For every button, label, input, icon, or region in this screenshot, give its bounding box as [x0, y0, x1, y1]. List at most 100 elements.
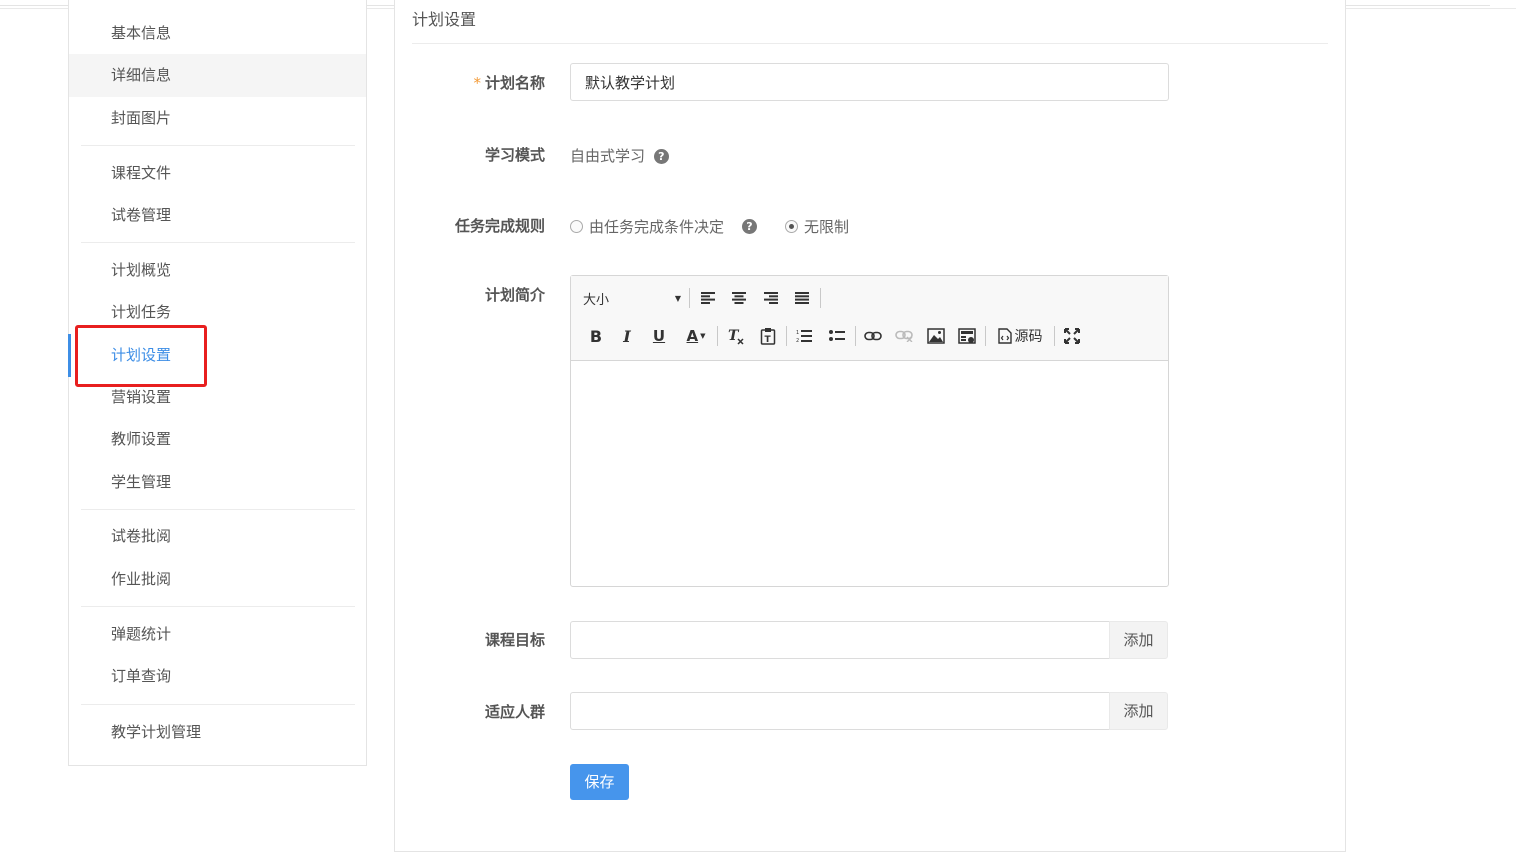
sidebar-item-order-query[interactable]: 订单查询 [69, 655, 366, 698]
source-code-label: 源码 [1014, 329, 1043, 345]
toolbar-separator [855, 326, 856, 346]
toolbar-separator [820, 288, 821, 308]
add-course-goal-button[interactable]: 添加 [1109, 621, 1168, 659]
sidebar-item-label: 试卷管理 [111, 206, 172, 224]
italic-button[interactable]: I [617, 325, 637, 347]
sidebar-item-label: 详细信息 [111, 66, 172, 84]
paste-text-button[interactable]: T [757, 325, 779, 347]
bullet-list-icon [829, 330, 845, 341]
bullet-list-button[interactable] [826, 325, 848, 347]
chevron-down-icon: ▼ [700, 332, 706, 340]
link-button[interactable] [862, 325, 884, 347]
sidebar-item-popup-stats[interactable]: 弹题统计 [69, 613, 366, 656]
sidebar-item-label: 作业批阅 [111, 570, 172, 588]
sidebar-item-teaching-plan-manage[interactable]: 教学计划管理 [69, 711, 366, 754]
toolbar-separator [985, 326, 986, 346]
audience-label: 适应人群 [484, 703, 545, 721]
audience-input[interactable] [570, 692, 1110, 730]
svg-text:2: 2 [796, 338, 799, 343]
sidebar-item-exam-review[interactable]: 试卷批阅 [69, 515, 366, 558]
sidebar-divider [81, 242, 355, 243]
sidebar-item-basic-info[interactable]: 基本信息 [69, 12, 366, 55]
radio-circle[interactable] [570, 220, 583, 233]
unlink-button[interactable] [893, 325, 915, 347]
sidebar-item-label: 试卷批阅 [111, 527, 172, 545]
rich-text-editor: 大小 ▼ B I U A ▼ T T 1 2 源码 [570, 275, 1169, 587]
sidebar-item-teacher-settings[interactable]: 教师设置 [69, 418, 366, 461]
link-icon [864, 331, 882, 341]
sidebar-item-label: 课程文件 [111, 164, 172, 182]
toolbar-separator [717, 326, 718, 346]
svg-text:T: T [765, 335, 772, 345]
sidebar-item-label: 弹题统计 [111, 625, 172, 643]
font-size-label: 大小 [583, 292, 610, 308]
sidebar-item-label: 封面图片 [111, 109, 172, 127]
toolbar-separator [689, 288, 690, 308]
required-mark: * [473, 74, 481, 92]
radio-label: 无限制 [804, 218, 850, 236]
image-icon [927, 328, 945, 344]
sidebar-item-student-manage[interactable]: 学生管理 [69, 461, 366, 504]
align-justify-button[interactable] [791, 287, 813, 309]
sidebar-item-label: 营销设置 [111, 388, 172, 406]
course-goals-group: 添加 [570, 621, 1168, 659]
toolbar-separator [786, 326, 787, 346]
sidebar-item-plan-overview[interactable]: 计划概览 [69, 249, 366, 292]
sidebar-item-label: 教学计划管理 [111, 723, 202, 741]
ordered-list-button[interactable]: 12 [793, 325, 815, 347]
sidebar-item-label: 学生管理 [111, 473, 172, 491]
sidebar-item-label: 教师设置 [111, 430, 172, 448]
image-button[interactable] [925, 325, 947, 347]
font-color-button[interactable]: A ▼ [681, 325, 711, 347]
sidebar-divider [81, 509, 355, 510]
audience-group: 添加 [570, 692, 1168, 730]
course-goals-input[interactable] [570, 621, 1110, 659]
help-icon[interactable]: ? [742, 219, 757, 234]
align-left-button[interactable] [697, 287, 719, 309]
sidebar-active-indicator [68, 334, 71, 377]
task-rule-radio-unlimited[interactable]: 无限制 [785, 216, 849, 237]
help-icon[interactable]: ? [653, 149, 669, 164]
clear-format-button[interactable]: T [725, 325, 747, 347]
unlink-icon [895, 330, 913, 342]
sidebar-item-course-files[interactable]: 课程文件 [69, 152, 366, 195]
sidebar-item-detail-info[interactable]: 详细信息 [69, 54, 366, 97]
sidebar-item-label: 计划任务 [111, 303, 172, 321]
plan-settings-panel: 计划设置 *计划名称 学习模式 自由式学习 ? 任务完成规则 由任务完成条件决定… [394, 0, 1346, 852]
sidebar-item-cover-image[interactable]: 封面图片 [69, 97, 366, 140]
sidebar-item-label: 计划概览 [111, 261, 172, 279]
page-title: 计划设置 [412, 10, 477, 29]
add-audience-button[interactable]: 添加 [1109, 692, 1168, 730]
bold-button[interactable]: B [586, 325, 606, 347]
svg-text:1: 1 [796, 330, 799, 336]
editor-content-area[interactable] [571, 362, 1168, 586]
template-icon [958, 328, 976, 344]
fullscreen-button[interactable] [1061, 325, 1083, 347]
ordered-list-icon: 12 [796, 330, 812, 343]
sidebar-item-exam-manage[interactable]: 试卷管理 [69, 194, 366, 237]
font-size-dropdown[interactable]: 大小 ▼ [583, 287, 681, 309]
align-right-button[interactable] [760, 287, 782, 309]
source-code-icon [997, 328, 1012, 344]
sidebar-item-homework-review[interactable]: 作业批阅 [69, 558, 366, 601]
align-center-icon [732, 292, 746, 304]
task-rule-label: 任务完成规则 [454, 217, 545, 235]
template-button[interactable] [956, 325, 978, 347]
save-button[interactable]: 保存 [570, 764, 629, 800]
radio-circle-checked[interactable] [785, 220, 798, 233]
sidebar-divider [81, 145, 355, 146]
align-center-button[interactable] [728, 287, 750, 309]
toolbar-separator [1054, 326, 1055, 346]
underline-button[interactable]: U [649, 325, 669, 347]
source-code-button[interactable]: 源码 [994, 325, 1046, 347]
title-divider [412, 43, 1328, 44]
fullscreen-icon [1064, 328, 1080, 344]
learn-mode-value: 自由式学习 ? [570, 145, 669, 166]
plan-name-input[interactable] [570, 63, 1169, 101]
align-left-icon [701, 292, 715, 304]
radio-label: 由任务完成条件决定 [589, 218, 725, 236]
learn-mode-label: 学习模式 [484, 146, 545, 164]
plan-name-label: * 计划名称 [395, 72, 545, 93]
task-rule-radio-condition[interactable]: 由任务完成条件决定 [570, 216, 724, 237]
clear-format-icon: T [728, 328, 744, 345]
